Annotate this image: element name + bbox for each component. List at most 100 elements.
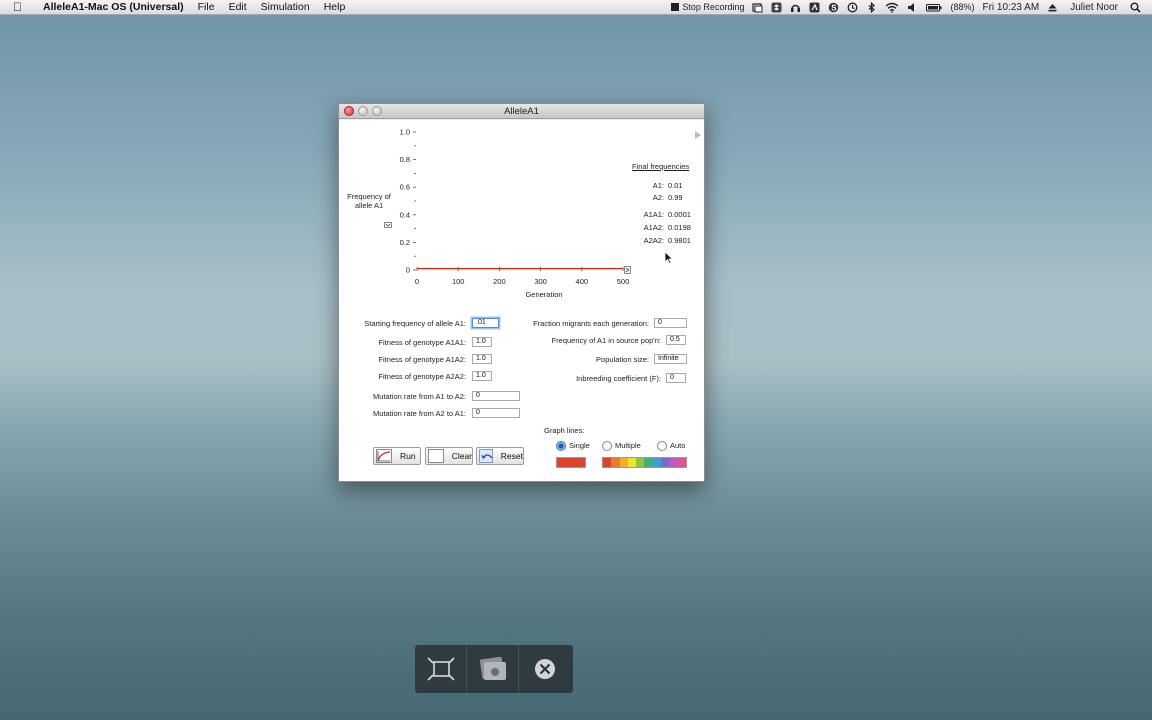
a2a2-value: 0.9801 (668, 236, 691, 245)
close-icon (535, 659, 555, 679)
wifi-icon[interactable] (885, 2, 899, 13)
y-tick-label: 0.8 (400, 155, 410, 164)
skype-icon[interactable]: S (828, 2, 839, 13)
single-radio[interactable] (556, 441, 566, 451)
source-freq-label: Frequency of A1 in source pop'n: (551, 336, 661, 345)
fitness-a2a2-input[interactable]: 1.0 (472, 371, 492, 381)
headset-icon[interactable] (790, 2, 801, 13)
mouse-cursor-icon (664, 251, 674, 265)
expand-arrow-icon[interactable] (695, 126, 701, 139)
a1-value: 0.01 (668, 181, 683, 190)
stop-recording-status[interactable]: Stop Recording (667, 0, 748, 15)
palette-color-swatch (669, 458, 678, 467)
fitness-a1a1-input[interactable]: 1.0 (472, 337, 492, 347)
multiple-radio[interactable] (602, 441, 612, 451)
camera-capture-button[interactable] (467, 645, 519, 693)
mutation-a2-a1-input[interactable]: 0 (472, 408, 520, 418)
eject-icon[interactable] (1047, 2, 1058, 13)
window-icon[interactable] (752, 2, 763, 13)
a2-label: A2: (652, 193, 664, 202)
menubar-clock[interactable]: Fri 10:23 AM (978, 0, 1043, 15)
auto-radio[interactable] (657, 441, 667, 451)
single-label: Single (569, 441, 590, 450)
menu-simulation[interactable]: Simulation (254, 0, 317, 15)
spotlight-search-icon[interactable] (1130, 2, 1141, 13)
user-name[interactable]: Juliet Noor (1062, 0, 1126, 15)
multiple-color-palette[interactable] (602, 457, 687, 468)
a2a2-label: A2A2: (643, 236, 664, 245)
fullscreen-capture-button[interactable] (415, 645, 467, 693)
palette-color-swatch (677, 458, 686, 467)
x-tick-label: 100 (452, 277, 465, 286)
recorder-overlay (415, 645, 573, 693)
apple-menu-icon[interactable]:  (13, 0, 27, 15)
app-icon[interactable] (809, 2, 820, 13)
x-tick-label: 0 (415, 277, 419, 286)
bluetooth-icon[interactable] (866, 1, 877, 14)
menu-file[interactable]: File (191, 0, 222, 15)
camera-icon (479, 656, 506, 680)
menu-edit[interactable]: Edit (222, 0, 254, 15)
fitness-a1a2-input[interactable]: 1.0 (472, 354, 492, 364)
start-freq-label: Starting frequency of allele A1: (364, 319, 466, 328)
fitness-a1a2-label: Fitness of genotype A1A2: (378, 355, 466, 364)
palette-color-swatch (644, 458, 653, 467)
pop-size-label: Population size: (596, 355, 649, 364)
palette-color-swatch (652, 458, 662, 467)
x-tick-label: 400 (576, 277, 589, 286)
run-graph-icon (376, 449, 392, 463)
x-tick-label: 500 (617, 277, 630, 286)
y-tick-label: 0.6 (400, 183, 410, 192)
inbreeding-input[interactable]: 0 (666, 373, 686, 383)
time-machine-icon[interactable] (847, 2, 858, 13)
battery-percent[interactable]: (88%) (946, 0, 978, 15)
palette-color-swatch (661, 458, 670, 467)
single-color-swatch[interactable] (556, 457, 586, 468)
y-tick-label: 0 (406, 266, 410, 275)
a1a1-value: 0.0001 (668, 210, 691, 219)
a1a2-value: 0.0198 (668, 223, 691, 232)
menu-app-name[interactable]: AlleleA1-Mac OS (Universal) (37, 0, 191, 15)
volume-icon[interactable] (907, 2, 918, 13)
palette-color-swatch (619, 458, 628, 467)
minimize-window-button[interactable] (358, 106, 368, 116)
stop-square-icon (671, 3, 680, 11)
a2-value: 0.99 (668, 193, 683, 202)
x-axis-arrow-icon[interactable] (624, 266, 631, 274)
frequency-chart: 0 0.2 0.4 0.6 0.8 1.0 0 100 200 300 400 500 Generati… (400, 128, 630, 300)
menu-bar:  AlleleA1-Mac OS (Universal) File Edit … (0, 0, 1152, 15)
palette-color-swatch (611, 458, 620, 467)
pop-size-input[interactable]: Infinite (654, 354, 687, 364)
inbreeding-label: Inbreeding coefficient (F): (576, 374, 661, 383)
y-tick-label: 0.2 (400, 238, 410, 247)
zoom-window-button[interactable] (372, 106, 382, 116)
a1a1-label: A1A1: (643, 210, 664, 219)
mutation-a1-a2-label: Mutation rate from A1 to A2: (373, 392, 466, 401)
x-tick-label: 200 (493, 277, 506, 286)
auto-label: Auto (670, 441, 686, 450)
migrants-input[interactable]: 0 (654, 318, 687, 328)
mutation-a2-a1-label: Mutation rate from A2 to A1: (373, 409, 466, 418)
x-tick-label: 300 (534, 277, 547, 286)
run-button[interactable]: Run (373, 447, 421, 465)
palette-color-swatch (627, 458, 637, 467)
menu-help[interactable]: Help (317, 0, 353, 15)
source-freq-input[interactable]: 0.5 (666, 335, 686, 345)
fitness-a2a2-label: Fitness of genotype A2A2: (378, 372, 466, 381)
window-title: AlleleA1 (504, 106, 539, 117)
window-titlebar[interactable]: AlleleA1 (339, 104, 704, 119)
dropbox-icon[interactable] (771, 2, 782, 13)
close-overlay-button[interactable] (519, 645, 571, 693)
palette-color-swatch (636, 458, 645, 467)
palette-color-swatch (603, 458, 612, 467)
start-freq-input[interactable]: .01 (472, 318, 499, 328)
battery-icon[interactable] (926, 2, 942, 13)
clear-button[interactable]: Clear (425, 447, 473, 465)
x-axis-label: Generation (525, 290, 562, 299)
mutation-a1-a2-input[interactable]: 0 (472, 391, 520, 401)
reset-arrow-icon (479, 449, 493, 463)
y-axis-dropdown-icon[interactable] (384, 222, 392, 228)
close-window-button[interactable] (344, 106, 354, 116)
reset-button[interactable]: Reset (476, 447, 524, 465)
y-axis-label: Frequency of allele A1 (347, 192, 391, 210)
